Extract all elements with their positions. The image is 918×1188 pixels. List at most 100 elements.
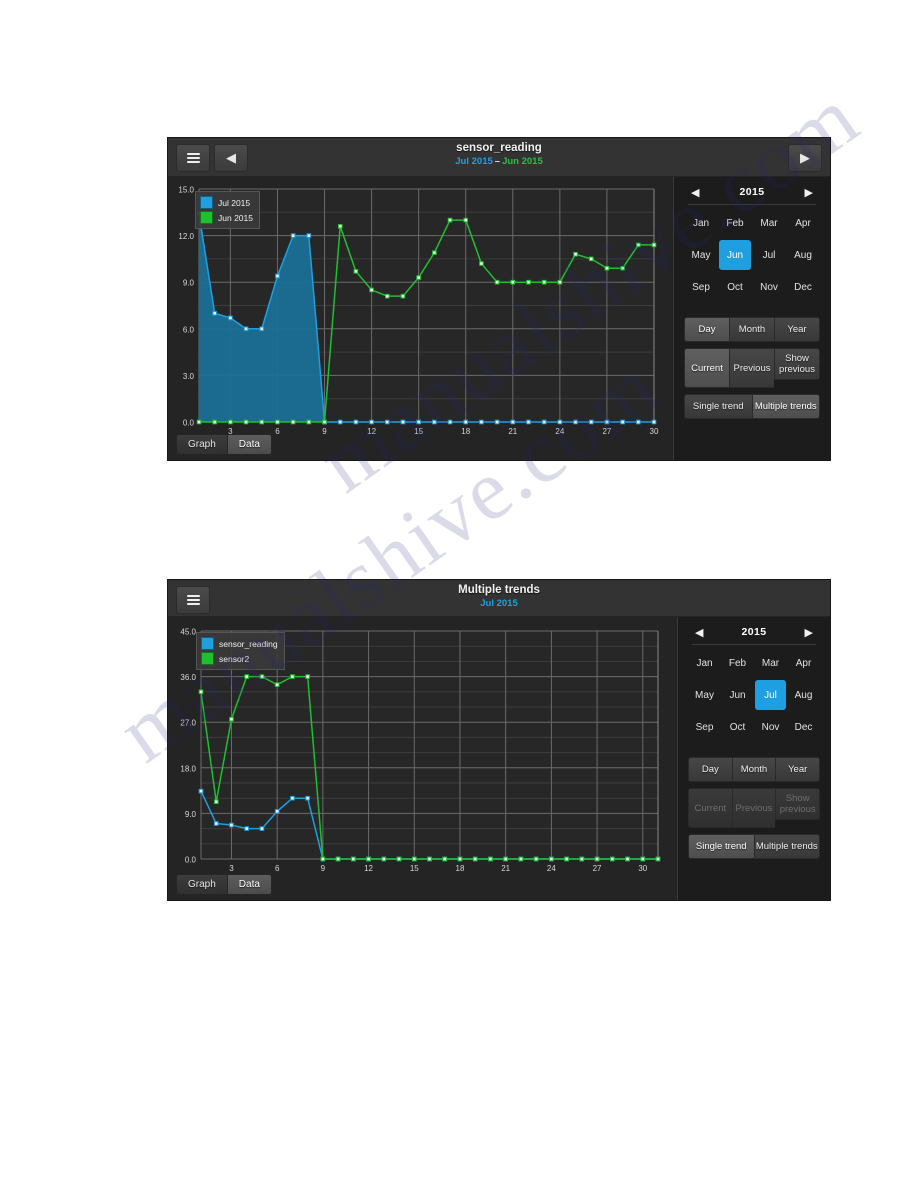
tab-data[interactable]: Data — [226, 434, 272, 455]
year-prev-icon[interactable]: ◀ — [688, 187, 702, 198]
month-cell-jun[interactable]: Jun — [719, 240, 751, 270]
month-cell-aug[interactable]: Aug — [787, 240, 819, 270]
month-cell-jul[interactable]: Jul — [755, 680, 786, 710]
multiple-trends-screen: Multiple trends Jul 2015 0.0 9.0 18.0 27.0 3… — [168, 580, 830, 900]
graph-tabs-1: Graph Data — [176, 434, 272, 455]
month-cell-jul[interactable]: Jul — [753, 240, 785, 270]
range-button-group-2: Day Month Year — [688, 757, 821, 782]
range-month-button[interactable]: Month — [729, 317, 774, 342]
legend-label: sensor2 — [219, 653, 250, 664]
svg-text:6: 6 — [275, 427, 280, 436]
hamburger-icon — [186, 151, 200, 165]
year-selector-2: ◀ 2015 ▶ — [692, 626, 816, 645]
tab-data-2[interactable]: Data — [226, 874, 272, 895]
compare-current-button[interactable]: Current — [684, 348, 729, 388]
svg-text:27: 27 — [593, 864, 602, 873]
legend-swatch-icon — [200, 211, 213, 224]
svg-text:12.0: 12.0 — [178, 232, 194, 241]
month-cell-jan[interactable]: Jan — [685, 208, 717, 238]
month-cell-sep[interactable]: Sep — [689, 712, 720, 742]
range-month-button-2[interactable]: Month — [731, 757, 776, 782]
graph-tabs-2: Graph Data — [176, 874, 272, 895]
month-cell-feb[interactable]: Feb — [719, 208, 751, 238]
single-trend-button-2[interactable]: Single trend — [688, 834, 754, 859]
month-cell-mar[interactable]: Mar — [753, 208, 785, 238]
svg-text:9.0: 9.0 — [185, 810, 197, 819]
svg-text:24: 24 — [555, 427, 564, 436]
legend-item: sensor2 — [201, 651, 278, 666]
month-cell-may[interactable]: May — [685, 240, 717, 270]
titlebar-1: ◀ ▶ sensor_reading Jul 2015– Jun 2015 — [168, 138, 830, 177]
month-cell-may[interactable]: May — [689, 680, 720, 710]
tab-graph[interactable]: Graph — [176, 434, 227, 455]
compare-previous-button-2: Previous — [731, 788, 776, 828]
month-cell-nov[interactable]: Nov — [753, 272, 785, 302]
month-cell-nov[interactable]: Nov — [755, 712, 786, 742]
month-cell-oct[interactable]: Oct — [719, 272, 751, 302]
page-title-2: Multiple trends — [458, 584, 540, 596]
title-block-1: sensor_reading Jul 2015– Jun 2015 — [168, 141, 830, 168]
month-cell-jan[interactable]: Jan — [689, 648, 720, 678]
svg-text:18: 18 — [461, 427, 470, 436]
compare-show-previous-button[interactable]: Show previous — [774, 348, 820, 380]
range-button-group-1: Day Month Year — [684, 317, 820, 342]
month-cell-mar[interactable]: Mar — [755, 648, 786, 678]
year-prev-icon[interactable]: ◀ — [692, 627, 706, 638]
previous-button[interactable]: ◀ — [214, 144, 248, 172]
multiple-trends-button[interactable]: Multiple trends — [751, 394, 820, 419]
svg-text:15.0: 15.0 — [178, 186, 194, 195]
single-trend-button[interactable]: Single trend — [684, 394, 752, 419]
svg-text:21: 21 — [501, 864, 510, 873]
chart-legend-2: sensor_reading sensor2 — [196, 632, 285, 670]
svg-text:18: 18 — [456, 864, 465, 873]
month-grid-1: Jan Feb Mar Apr May Jun Jul Aug Sep Oct Nov Dec — [684, 207, 820, 303]
compare-show-previous-button-2: Show previous — [775, 788, 821, 820]
tab-graph-2[interactable]: Graph — [176, 874, 227, 895]
year-next-icon[interactable]: ▶ — [802, 187, 816, 198]
legend-label: sensor_reading — [219, 638, 278, 649]
range-year-button-2[interactable]: Year — [775, 757, 821, 782]
month-cell-feb[interactable]: Feb — [722, 648, 753, 678]
titlebar-2: Multiple trends Jul 2015 — [168, 580, 830, 617]
legend-swatch-icon — [200, 196, 213, 209]
next-button[interactable]: ▶ — [788, 144, 822, 172]
page-subtitle: Jul 2015– Jun 2015 — [168, 155, 830, 168]
range-day-button-2[interactable]: Day — [688, 757, 732, 782]
subtitle-secondary: Jun 2015 — [502, 156, 543, 167]
month-cell-apr[interactable]: Apr — [787, 208, 819, 238]
month-cell-jun[interactable]: Jun — [722, 680, 753, 710]
range-day-button[interactable]: Day — [684, 317, 729, 342]
menu-button[interactable] — [176, 144, 210, 172]
legend-label: Jun 2015 — [218, 212, 253, 223]
range-year-button[interactable]: Year — [774, 317, 820, 342]
menu-button-2[interactable] — [176, 586, 210, 614]
legend-swatch-icon — [201, 637, 214, 650]
svg-text:30: 30 — [638, 864, 647, 873]
year-label-2: 2015 — [741, 626, 767, 638]
year-label: 2015 — [739, 186, 765, 198]
svg-text:3: 3 — [229, 864, 234, 873]
year-next-icon[interactable]: ▶ — [802, 627, 816, 638]
month-cell-dec[interactable]: Dec — [788, 712, 819, 742]
month-cell-apr[interactable]: Apr — [788, 648, 819, 678]
svg-text:6: 6 — [275, 864, 280, 873]
compare-previous-button[interactable]: Previous — [729, 348, 774, 388]
svg-text:3.0: 3.0 — [183, 372, 195, 381]
trend-button-group-1: Single trend Multiple trends — [684, 394, 820, 419]
month-cell-sep[interactable]: Sep — [685, 272, 717, 302]
svg-text:18.0: 18.0 — [180, 764, 196, 773]
multiple-trends-button-2[interactable]: Multiple trends — [753, 834, 820, 859]
year-selector-1: ◀ 2015 ▶ — [688, 186, 816, 205]
svg-text:15: 15 — [410, 864, 419, 873]
month-cell-aug[interactable]: Aug — [788, 680, 819, 710]
chevron-left-icon: ◀ — [226, 150, 236, 166]
month-cell-oct[interactable]: Oct — [722, 712, 753, 742]
graph-pane-1: 0.0 3.0 6.0 9.0 12.0 15.0 3 6 9 12 15 18 21 24 27 30 Ju… — [168, 177, 673, 460]
side-panel-2: ◀ 2015 ▶ Jan Feb Mar Apr May Jun Jul Aug Sep Oct N… — [677, 617, 830, 900]
svg-text:24: 24 — [547, 864, 556, 873]
legend-item: Jun 2015 — [200, 210, 253, 225]
content-split-1: 0.0 3.0 6.0 9.0 12.0 15.0 3 6 9 12 15 18 21 24 27 30 Ju… — [168, 177, 830, 460]
legend-item: Jul 2015 — [200, 195, 253, 210]
month-cell-dec[interactable]: Dec — [787, 272, 819, 302]
subtitle-primary: Jul 2015 — [455, 156, 493, 167]
